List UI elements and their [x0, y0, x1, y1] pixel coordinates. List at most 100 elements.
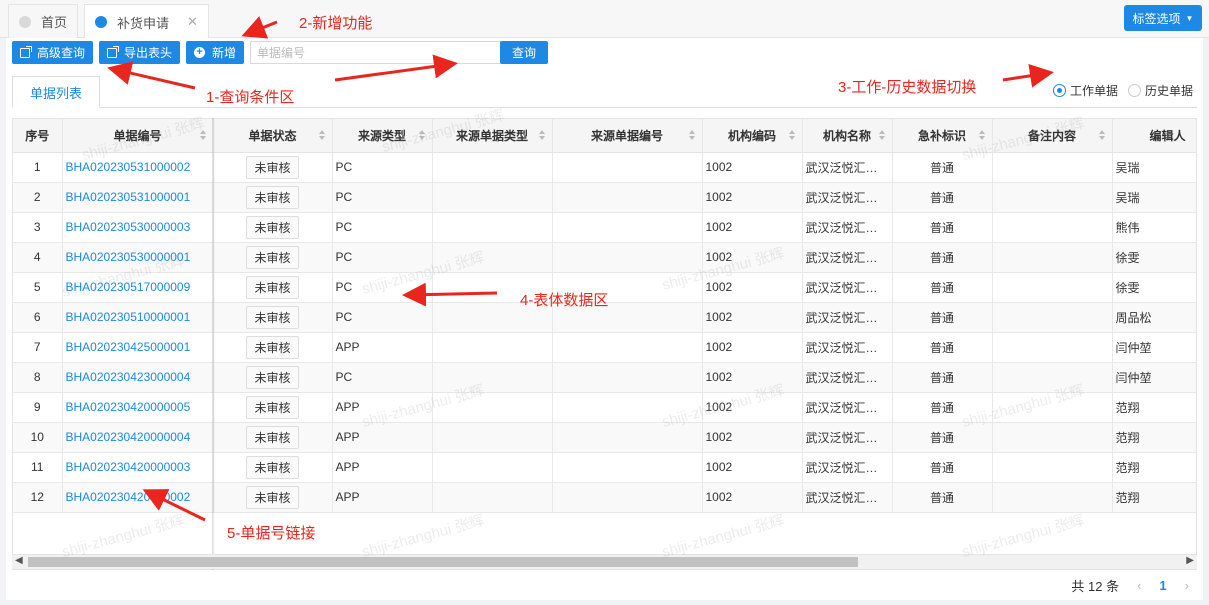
- add-label: 新增: [212, 46, 237, 60]
- plus-circle-icon: +: [194, 47, 205, 58]
- urgent-flag-cell: 普通: [892, 452, 993, 483]
- radio-history-documents[interactable]: 历史单据: [1127, 82, 1193, 99]
- column-header[interactable]: 机构名称: [802, 119, 893, 153]
- document-code-link[interactable]: BHA020230420000003: [66, 460, 191, 474]
- table-row[interactable]: 10BHA020230420000004未审核APP1002武汉泛悦汇购物中心普…: [13, 422, 1196, 453]
- external-link-icon: [20, 45, 32, 58]
- tab-home[interactable]: 首页: [8, 4, 79, 38]
- document-code-link[interactable]: BHA020230420000002: [66, 490, 191, 504]
- editor-cell: 闫仲堃: [1112, 332, 1196, 363]
- tag-options-button[interactable]: 标签选项 ▼: [1124, 5, 1202, 31]
- remark-cell: [992, 182, 1113, 213]
- table-row[interactable]: 11BHA020230420000003 未审核 APP 1002武汉泛悦汇购物中心普…: [13, 452, 1196, 483]
- total-count: 共 12 条: [1071, 579, 1120, 594]
- table-row[interactable]: 12BHA020230420000002 未审核 APP 1002武汉泛悦汇购物中心普…: [13, 482, 1196, 513]
- radio-unchecked-icon: [1127, 84, 1141, 97]
- urgent-flag-cell: 普通: [892, 272, 993, 303]
- table-row[interactable]: 8BHA020230423000004未审核PC1002武汉泛悦汇购物中心普通闫…: [13, 362, 1196, 393]
- document-number-search-input[interactable]: [250, 41, 501, 64]
- source-document-code-cell: [552, 332, 703, 363]
- row-number-cell: 11: [13, 452, 63, 483]
- org-code-cell: 1002: [702, 332, 803, 363]
- horizontal-scrollbar[interactable]: ◀ ▶: [12, 554, 1197, 569]
- document-code-link[interactable]: BHA020230425000001: [66, 340, 191, 354]
- table-row[interactable]: 2BHA020230531000001 未审核 PC 1002武汉泛悦汇购物中心普通 吴…: [13, 182, 1196, 213]
- source-document-type-cell: [432, 422, 553, 453]
- document-code-link[interactable]: BHA020230531000001: [66, 190, 191, 204]
- add-button[interactable]: + 新增: [186, 41, 245, 64]
- scroll-left-icon[interactable]: ◀: [15, 555, 23, 566]
- row-number-cell: 5: [13, 272, 63, 303]
- sort-icon[interactable]: [688, 130, 695, 141]
- status-cell: 未审核: [213, 482, 333, 513]
- annotation-work-history-switch: 3-工作-历史数据切换: [838, 79, 977, 96]
- column-header[interactable]: 单据状态: [213, 119, 333, 153]
- org-name-cell: 武汉泛悦汇购物中心: [802, 242, 893, 273]
- editor-cell: 吴瑞: [1112, 182, 1196, 213]
- org-name-cell: 武汉泛悦汇购物中心: [802, 182, 893, 213]
- editor-cell: 闫仲堃: [1112, 362, 1196, 393]
- sort-icon[interactable]: [878, 130, 885, 141]
- page-number[interactable]: 1: [1159, 578, 1166, 593]
- editor-cell: 徐雯: [1112, 272, 1196, 303]
- sort-icon[interactable]: [788, 130, 795, 141]
- remark-cell: [992, 482, 1113, 513]
- document-code-link[interactable]: BHA020230530000003: [66, 220, 191, 234]
- next-page-icon[interactable]: ›: [1185, 578, 1189, 593]
- remark-cell: [992, 242, 1113, 273]
- document-code-link[interactable]: BHA020230420000005: [66, 400, 191, 414]
- status-badge: 未审核: [246, 305, 299, 329]
- table-row[interactable]: 7BHA020230425000001 未审核 APP 1002武汉泛悦汇购物中心普通…: [13, 332, 1196, 363]
- tab-label: 补货申请: [117, 15, 170, 31]
- table-row[interactable]: 4BHA020230530000001未审核PC1002武汉泛悦汇购物中心普通徐…: [13, 242, 1196, 273]
- table-row[interactable]: 1BHA020230531000002未审核PC1002武汉泛悦汇购物中心普通吴…: [13, 152, 1196, 183]
- document-code-link[interactable]: BHA020230420000004: [66, 430, 191, 444]
- advanced-query-button[interactable]: 高级查询: [12, 41, 94, 64]
- document-code-link[interactable]: BHA020230510000001: [66, 310, 191, 324]
- column-header: 序号: [13, 119, 63, 153]
- status-badge: 未审核: [246, 425, 299, 449]
- source-document-code-cell: [552, 362, 703, 393]
- export-header-button[interactable]: 导出表头: [99, 41, 181, 64]
- tab-status-dot-icon: [95, 16, 107, 28]
- remark-cell: [992, 422, 1113, 453]
- tab-label: 首页: [41, 15, 68, 30]
- tab-document-list[interactable]: 单据列表: [12, 76, 100, 108]
- table-row[interactable]: 3BHA020230530000003 未审核 PC 1002武汉泛悦汇购物中心普通 熊…: [13, 212, 1196, 243]
- advanced-query-label: 高级查询: [37, 46, 86, 60]
- query-button[interactable]: 查询: [500, 41, 549, 64]
- status-badge: 未审核: [246, 395, 299, 419]
- column-header[interactable]: 来源单据编号: [552, 119, 703, 153]
- annotation-query-area: 1-查询条件区: [206, 89, 295, 106]
- source-document-type-cell: [432, 332, 553, 363]
- tab-status-dot-icon: [19, 15, 31, 28]
- remark-cell: [992, 152, 1113, 183]
- urgent-flag-cell: 普通: [892, 182, 993, 213]
- document-code-cell: BHA020230420000005: [62, 392, 214, 423]
- status-cell: 未审核: [213, 452, 333, 483]
- tab-replenishment-request[interactable]: 补货申请 ✕: [84, 4, 209, 39]
- row-number-cell: 3: [13, 212, 63, 243]
- source-document-type-cell: [432, 212, 553, 243]
- sort-icon[interactable]: [318, 130, 325, 141]
- source-type-cell: APP: [332, 332, 433, 363]
- document-code-link[interactable]: BHA020230423000004: [66, 370, 191, 384]
- document-code-cell: BHA020230420000002: [62, 482, 214, 513]
- radio-work-documents[interactable]: 工作单据: [1052, 82, 1118, 99]
- sort-icon[interactable]: [538, 130, 545, 141]
- sort-icon[interactable]: [1098, 130, 1105, 141]
- radio-label: 历史单据: [1144, 84, 1193, 98]
- row-number-cell: 8: [13, 362, 63, 393]
- scrollbar-thumb[interactable]: [28, 557, 858, 567]
- document-code-cell: BHA020230425000001: [62, 332, 214, 363]
- query-label: 查询: [512, 46, 537, 60]
- close-icon[interactable]: ✕: [187, 14, 198, 30]
- document-code-cell: BHA020230423000004: [62, 362, 214, 393]
- status-badge: 未审核: [246, 365, 299, 389]
- scroll-right-icon[interactable]: ▶: [1186, 555, 1194, 566]
- status-cell: 未审核: [213, 272, 333, 303]
- column-header[interactable]: 编辑人: [1112, 119, 1196, 153]
- prev-page-icon[interactable]: ‹: [1137, 578, 1141, 593]
- column-header[interactable]: 机构编码: [702, 119, 803, 153]
- org-name-cell: 武汉泛悦汇购物中心: [802, 422, 893, 453]
